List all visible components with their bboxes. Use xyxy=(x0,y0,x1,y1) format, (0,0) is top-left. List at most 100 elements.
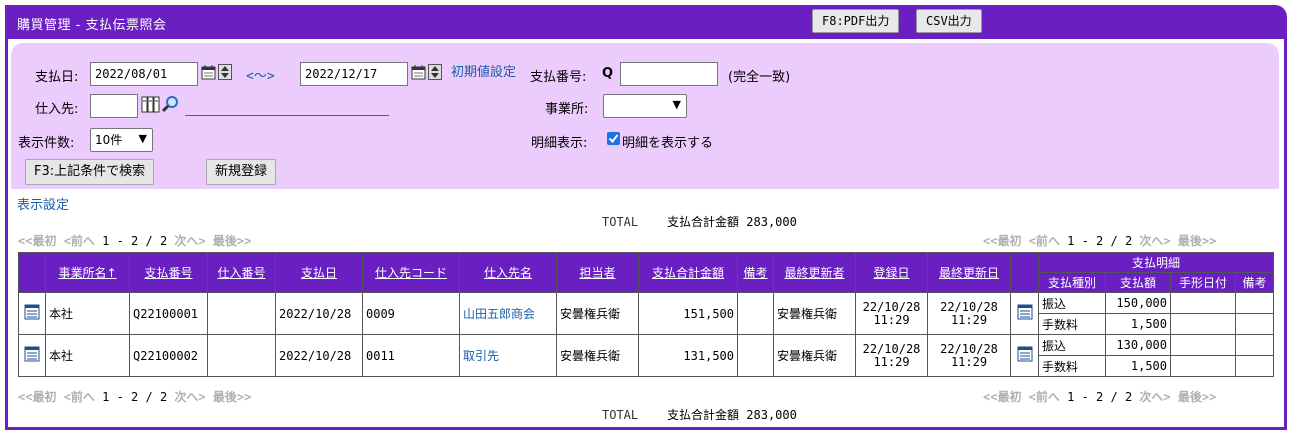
cell-bill-date xyxy=(1170,313,1236,335)
detail-view-icon[interactable] xyxy=(18,334,46,377)
pager-first[interactable]: <<最初 xyxy=(983,234,1021,248)
pager-last[interactable]: 最後>> xyxy=(1178,390,1216,404)
main-content: 支払日: 2022/08/01 <～> 2022/12/17 初期値設定 支払番… xyxy=(8,39,1284,427)
cell-pay-no: Q22100001 xyxy=(129,292,208,335)
pager-last[interactable]: 最後>> xyxy=(213,390,251,404)
cell-pay-type: 振込 xyxy=(1038,292,1106,314)
cell-pay-type: 振込 xyxy=(1038,334,1106,356)
range-separator: <～> xyxy=(246,69,275,84)
cell-pay-type: 手数料 xyxy=(1038,313,1106,335)
pager-bottom-left: <<最初 <前へ 1 - 2 / 2 次へ> 最後>> xyxy=(18,388,251,405)
supplier-name-display xyxy=(185,115,389,116)
cell-detail-note xyxy=(1235,292,1274,314)
cell-office: 本社 xyxy=(45,334,130,377)
subheader-detail-note: 備考 xyxy=(1235,272,1274,293)
cell-note xyxy=(737,292,774,335)
detail-display-label: 明細表示: xyxy=(531,136,588,151)
supplier-label: 仕入先: xyxy=(35,102,79,117)
pager-prev[interactable]: <前へ xyxy=(64,234,95,248)
header-updater[interactable]: 最終更新者 xyxy=(773,252,856,293)
pager-prev[interactable]: <前へ xyxy=(1029,390,1060,404)
display-settings-link[interactable]: 表示設定 xyxy=(17,194,69,213)
date-spinner-icon[interactable] xyxy=(218,64,232,84)
detail-view-icon[interactable] xyxy=(18,292,46,335)
payment-table: 事業所名↑ 支払番号 仕入番号 支払日 仕入先コード 仕入先名 担当者 支払合計… xyxy=(18,252,1274,377)
header-detail-icon-col xyxy=(1010,252,1039,293)
cell-detail-note xyxy=(1235,313,1274,335)
subheader-pay-type: 支払種別 xyxy=(1038,272,1106,293)
cell-staff: 安曇権兵衛 xyxy=(556,292,639,335)
supplier-name-link[interactable]: 取引先 xyxy=(463,349,499,363)
pay-number-label: 支払番号: xyxy=(530,70,587,85)
header-supplier-name[interactable]: 仕入先名 xyxy=(459,252,557,293)
header-amount[interactable]: 支払合計金額 xyxy=(638,252,738,293)
cell-pay-amount: 150,000 xyxy=(1105,292,1171,314)
pager-first[interactable]: <<最初 xyxy=(18,234,56,248)
header-staff[interactable]: 担当者 xyxy=(556,252,639,293)
header-reg-date[interactable]: 登録日 xyxy=(855,252,928,293)
calendar-icon[interactable] xyxy=(201,64,218,84)
pager-prev[interactable]: <前へ xyxy=(1029,234,1060,248)
pay-number-input[interactable] xyxy=(620,62,718,86)
cell-reg-date: 22/10/28 11:29 xyxy=(855,292,928,335)
office-select[interactable]: ▼ xyxy=(603,94,687,118)
search-icon[interactable] xyxy=(161,95,180,117)
cell-updater: 安曇権兵衛 xyxy=(773,334,856,377)
exact-match-label: (完全一致) xyxy=(728,70,791,85)
cell-amount: 151,500 xyxy=(638,292,738,335)
header-icon-col xyxy=(18,252,46,293)
office-label: 事業所: xyxy=(545,102,589,117)
reset-defaults-link[interactable]: 初期値設定 xyxy=(451,61,516,80)
header-upd-date[interactable]: 最終更新日 xyxy=(927,252,1011,293)
new-register-button[interactable]: 新規登録 xyxy=(206,159,277,185)
supplier-name-link[interactable]: 山田五郎商会 xyxy=(463,307,535,321)
cell-pay-amount: 130,000 xyxy=(1105,334,1171,356)
calendar-icon[interactable] xyxy=(411,64,428,84)
cell-detail-note xyxy=(1235,334,1274,356)
pager-prev[interactable]: <前へ xyxy=(64,390,95,404)
pager-first[interactable]: <<最初 xyxy=(18,390,56,404)
pager-status: 1 - 2 / 2 xyxy=(102,234,168,248)
detail-view-icon[interactable] xyxy=(1010,334,1039,377)
cell-bill-date xyxy=(1170,355,1236,377)
search-button[interactable]: F3:上記条件で検索 xyxy=(25,159,155,185)
cell-supplier-code: 0009 xyxy=(362,292,460,335)
pager-next[interactable]: 次へ> xyxy=(174,234,205,248)
count-label: 表示件数: xyxy=(18,136,75,151)
pager-next[interactable]: 次へ> xyxy=(1139,234,1170,248)
title-bar: 購買管理 - 支払伝票照会 F8:PDF出力 CSV出力 xyxy=(5,5,1287,39)
cell-purchase-no xyxy=(207,292,276,335)
table-row: 本社 Q22100002 2022/10/28 0011 取引先 安曇権兵衛 1… xyxy=(18,334,1274,377)
cell-pay-no: Q22100002 xyxy=(129,334,208,377)
header-purchase-no[interactable]: 仕入番号 xyxy=(207,252,276,293)
header-pay-no[interactable]: 支払番号 xyxy=(129,252,208,293)
cell-reg-date: 22/10/28 11:29 xyxy=(855,334,928,377)
pager-next[interactable]: 次へ> xyxy=(174,390,205,404)
pager-last[interactable]: 最後>> xyxy=(1178,234,1216,248)
pay-date-from-input[interactable]: 2022/08/01 xyxy=(90,62,198,86)
header-note[interactable]: 備考 xyxy=(737,252,774,293)
supplier-code-input[interactable] xyxy=(90,94,138,118)
pdf-export-button[interactable]: F8:PDF出力 xyxy=(812,9,900,33)
detail-checkbox[interactable] xyxy=(607,132,620,145)
pay-date-label: 支払日: xyxy=(35,70,79,85)
pager-first[interactable]: <<最初 xyxy=(983,390,1021,404)
header-supplier-code[interactable]: 仕入先コード xyxy=(362,252,460,293)
header-pay-date[interactable]: 支払日 xyxy=(275,252,363,293)
detail-checkbox-label[interactable]: 明細を表示する xyxy=(622,132,713,151)
pager-status: 1 - 2 / 2 xyxy=(1067,234,1133,248)
book-icon[interactable] xyxy=(141,95,161,117)
pager-last[interactable]: 最後>> xyxy=(213,234,251,248)
cell-pay-amount: 1,500 xyxy=(1105,313,1171,335)
cell-bill-date xyxy=(1170,292,1236,314)
header-office[interactable]: 事業所名↑ xyxy=(45,252,130,293)
cell-detail-note xyxy=(1235,355,1274,377)
pay-number-prefix: Q xyxy=(602,66,614,81)
date-spinner-icon[interactable] xyxy=(428,64,442,84)
csv-export-button[interactable]: CSV出力 xyxy=(916,9,982,33)
detail-view-icon[interactable] xyxy=(1010,292,1039,335)
count-select[interactable]: 10件 ▼ xyxy=(90,128,153,152)
cell-pay-date: 2022/10/28 xyxy=(275,334,363,377)
pay-date-to-input[interactable]: 2022/12/17 xyxy=(300,62,408,86)
pager-next[interactable]: 次へ> xyxy=(1139,390,1170,404)
